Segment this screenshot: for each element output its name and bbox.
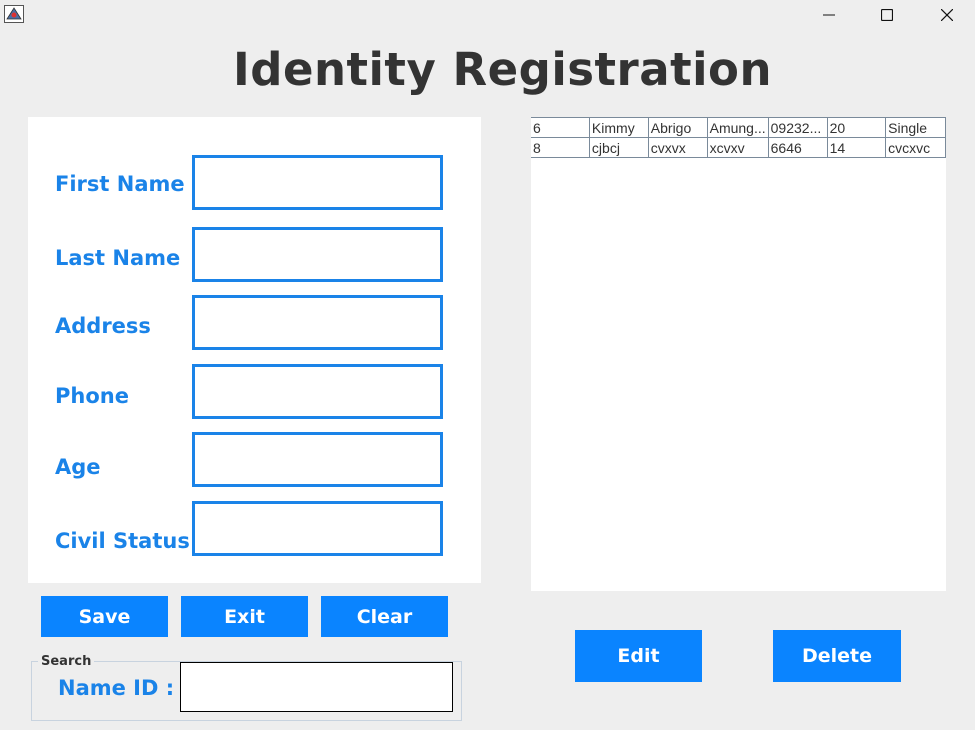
edit-button[interactable]: Edit [575, 630, 702, 682]
table-cell-first-name: cjbcj [588, 137, 649, 158]
phone-field[interactable] [192, 364, 443, 419]
clear-button[interactable]: Clear [321, 596, 448, 637]
records-table: 6 Kimmy Abrigo Amung... 09232... 20 Sing… [531, 117, 946, 158]
table-cell-address: xcvxv [706, 137, 769, 158]
maximize-button[interactable] [864, 0, 910, 30]
table-cell-id: 6 [531, 117, 590, 138]
table-cell-phone: 09232... [767, 117, 828, 138]
search-group: Search Name ID : [31, 654, 462, 721]
table-cell-phone: 6646 [767, 137, 828, 158]
first-name-field[interactable] [192, 155, 443, 210]
close-icon [941, 9, 953, 21]
name-id-search-input[interactable] [180, 662, 453, 712]
records-table-panel: 6 Kimmy Abrigo Amung... 09232... 20 Sing… [531, 117, 946, 591]
minimize-icon [823, 14, 835, 16]
civil-status-label: Civil Status [55, 529, 190, 553]
table-cell-civil-status: cvcxvc [885, 137, 946, 158]
maximize-icon [881, 9, 893, 21]
minimize-button[interactable] [806, 0, 852, 30]
age-label: Age [55, 455, 101, 479]
age-field[interactable] [192, 432, 443, 487]
table-cell-first-name: Kimmy [588, 117, 649, 138]
table-row[interactable]: 6 Kimmy Abrigo Amung... 09232... 20 Sing… [531, 117, 946, 138]
table-cell-age: 14 [826, 137, 887, 158]
last-name-label: Last Name [55, 246, 181, 270]
civil-status-field[interactable] [192, 501, 443, 556]
table-row[interactable]: 8 cjbcj cvxvx xcvxv 6646 14 cvcxvc [531, 137, 946, 158]
registration-form-panel: First Name Last Name Address Phone Age C… [28, 117, 481, 583]
window-titlebar [0, 0, 975, 32]
table-cell-id: 8 [531, 137, 590, 158]
address-label: Address [55, 314, 151, 338]
table-cell-civil-status: Single [885, 117, 946, 138]
first-name-label: First Name [55, 172, 185, 196]
delete-button[interactable]: Delete [773, 630, 901, 682]
table-cell-last-name: cvxvx [647, 137, 708, 158]
name-id-label: Name ID : [58, 676, 175, 700]
address-field[interactable] [192, 295, 443, 350]
table-cell-age: 20 [826, 117, 887, 138]
save-button[interactable]: Save [41, 596, 168, 637]
page-title: Identity Registration [232, 43, 772, 96]
table-cell-last-name: Abrigo [647, 117, 708, 138]
close-button[interactable] [924, 0, 970, 30]
search-legend: Search [38, 654, 95, 669]
table-cell-address: Amung... [706, 117, 769, 138]
phone-label: Phone [55, 384, 129, 408]
exit-button[interactable]: Exit [181, 596, 308, 637]
java-app-icon [4, 5, 24, 23]
last-name-field[interactable] [192, 227, 443, 282]
